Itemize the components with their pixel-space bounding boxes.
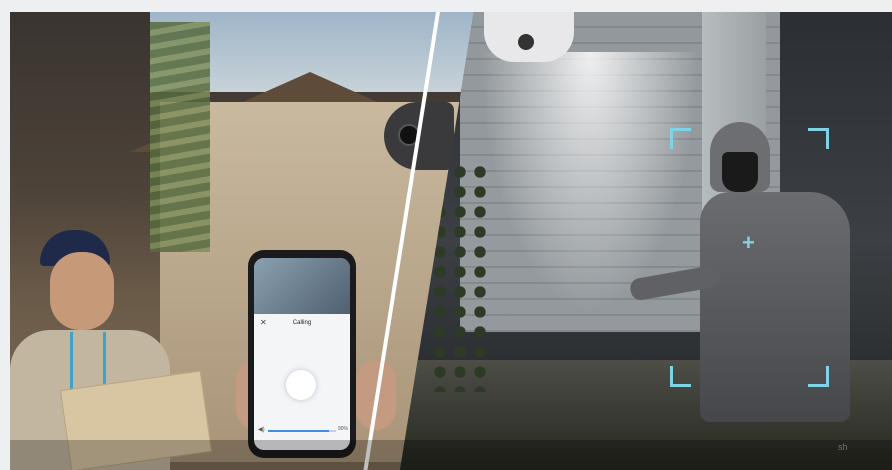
camera-right — [484, 12, 574, 62]
detection-bracket-bottom-right — [808, 366, 829, 387]
detection-bracket-top-right — [808, 128, 829, 149]
phone-screen-title: Calling — [292, 320, 312, 326]
detection-bracket-bottom-left — [670, 366, 691, 387]
hoodie-torso — [700, 192, 850, 422]
smartphone: ✕ Calling ◀) 90% — [248, 250, 356, 458]
product-image: ✕ Calling ◀) 90% + sh — [0, 0, 892, 470]
volume-slider-fill — [268, 430, 330, 432]
speaker-icon: ◀) — [258, 427, 265, 433]
ivy-foliage — [150, 22, 210, 252]
intruder-scene — [400, 12, 892, 470]
bottom-shade — [10, 440, 892, 470]
phone-video-feed — [254, 258, 350, 314]
volume-slider[interactable] — [268, 430, 336, 432]
intruder — [628, 122, 870, 442]
person-head — [50, 252, 114, 330]
talk-button[interactable] — [286, 370, 316, 400]
delivery-person — [10, 230, 230, 470]
lanyard — [70, 332, 106, 392]
watermark: sh — [838, 442, 848, 452]
crosshair-icon: + — [742, 230, 755, 255]
camera-lens — [518, 34, 534, 50]
phone-screen: ✕ Calling ◀) 90% — [254, 258, 350, 450]
detection-bracket-top-left — [670, 128, 691, 149]
face-mask — [722, 152, 758, 192]
volume-text: 90% — [337, 426, 348, 432]
